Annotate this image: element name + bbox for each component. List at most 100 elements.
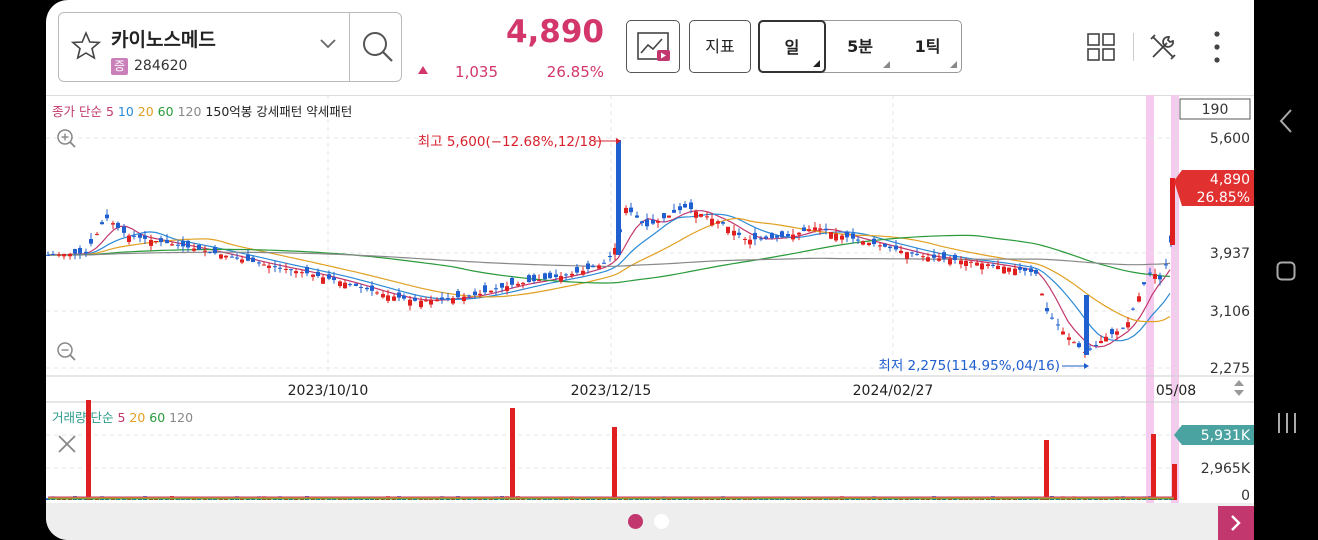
candle — [878, 245, 882, 247]
candle — [440, 297, 444, 300]
candle — [84, 251, 88, 254]
page-dot-active[interactable] — [628, 514, 643, 529]
candle — [300, 272, 304, 274]
candle — [926, 257, 930, 262]
candle — [818, 228, 822, 230]
candle — [845, 231, 849, 238]
period-dropdown-icon — [950, 61, 957, 68]
candle — [100, 222, 104, 225]
candle — [230, 256, 234, 258]
candle — [667, 215, 671, 218]
candle — [1077, 343, 1081, 348]
candle — [419, 300, 423, 308]
stock-chart[interactable]: 종가 단순 5 10 20 60 120 150억봉 강세패턴 약세패턴 거래량… — [46, 95, 1254, 505]
search-button[interactable] — [349, 13, 404, 81]
x-tick: 2024/02/27 — [853, 383, 934, 399]
period-5min[interactable]: 5분 — [826, 21, 894, 72]
chevron-down-icon[interactable] — [319, 38, 337, 50]
candle — [95, 233, 99, 235]
period-1tick[interactable]: 1틱 — [894, 21, 961, 72]
legend-item: 종가 단순 — [52, 104, 102, 119]
candle — [386, 295, 390, 301]
period-day[interactable]: 일 — [758, 20, 826, 73]
chart-type-button[interactable] — [626, 20, 680, 73]
candle — [591, 265, 595, 268]
candle — [1002, 266, 1006, 274]
tools-icon[interactable] — [1147, 31, 1179, 63]
candle — [905, 252, 909, 259]
candle — [645, 219, 649, 227]
search-icon — [363, 32, 393, 62]
period-dropdown-icon — [883, 61, 890, 68]
chart-play-icon — [637, 32, 670, 61]
x-tick: 2023/12/15 — [571, 383, 652, 399]
candle — [365, 287, 369, 290]
candle — [456, 291, 460, 298]
candle — [467, 295, 471, 297]
more-vert-icon[interactable] — [1212, 30, 1222, 64]
legend-item: 150억봉 — [201, 104, 252, 119]
candle-count: 190 — [1202, 102, 1229, 118]
candle — [651, 219, 655, 224]
up-arrow-icon — [418, 66, 428, 74]
candle — [262, 264, 266, 266]
page-dot[interactable] — [654, 514, 669, 529]
period-dropdown-icon — [813, 60, 820, 67]
axis-scroll-icon[interactable] — [1234, 380, 1244, 396]
legend-item: 60 — [154, 104, 174, 119]
grid-icon[interactable] — [1086, 32, 1116, 62]
candle — [170, 244, 174, 246]
candle — [775, 235, 779, 238]
home-icon[interactable] — [1276, 261, 1296, 281]
price-legend: 종가 단순 5 10 20 60 120 150억봉 강세패턴 약세패턴 — [52, 104, 352, 119]
candle — [894, 245, 898, 250]
candle — [1034, 270, 1038, 274]
candle — [802, 227, 806, 231]
candle — [597, 265, 601, 269]
stock-selector[interactable]: 카이노스메드 증 284620 — [58, 12, 402, 82]
candle — [413, 297, 417, 301]
candle — [483, 285, 487, 293]
candle — [991, 264, 995, 266]
candle — [235, 257, 239, 259]
candle — [1094, 344, 1098, 346]
zoom-in-icon[interactable] — [57, 129, 76, 148]
candle — [57, 254, 61, 256]
recents-icon[interactable] — [1276, 412, 1298, 434]
candle — [1099, 341, 1103, 344]
candle — [1137, 296, 1141, 302]
close-icon[interactable] — [58, 435, 76, 453]
candle — [548, 272, 552, 279]
candle — [834, 233, 838, 241]
legend-item: 20 — [134, 104, 154, 119]
candle — [948, 259, 952, 265]
candle — [575, 267, 579, 273]
candle — [62, 254, 66, 257]
candle — [748, 239, 752, 245]
candle — [408, 299, 412, 306]
next-button[interactable] — [1218, 506, 1254, 540]
candle — [753, 232, 757, 240]
candle — [203, 250, 207, 252]
legend-item: 5 — [102, 104, 114, 119]
candle — [570, 273, 574, 276]
candle — [46, 254, 50, 256]
candle — [122, 226, 126, 233]
candle — [1067, 337, 1071, 340]
star-icon[interactable] — [71, 31, 101, 61]
legend-item: 60 — [145, 410, 165, 425]
back-icon[interactable] — [1278, 108, 1294, 134]
indicator-button[interactable]: 지표 — [689, 20, 751, 73]
candle — [986, 264, 990, 266]
candle — [359, 286, 363, 288]
volume-bar — [510, 408, 515, 500]
candle — [759, 238, 763, 240]
candle — [899, 250, 903, 254]
candle — [246, 254, 250, 261]
candle — [105, 214, 109, 219]
candle — [1170, 178, 1175, 245]
zoom-out-icon[interactable] — [57, 342, 76, 361]
candle — [678, 206, 682, 211]
legend-item: 120 — [174, 104, 202, 119]
candle — [629, 207, 633, 213]
